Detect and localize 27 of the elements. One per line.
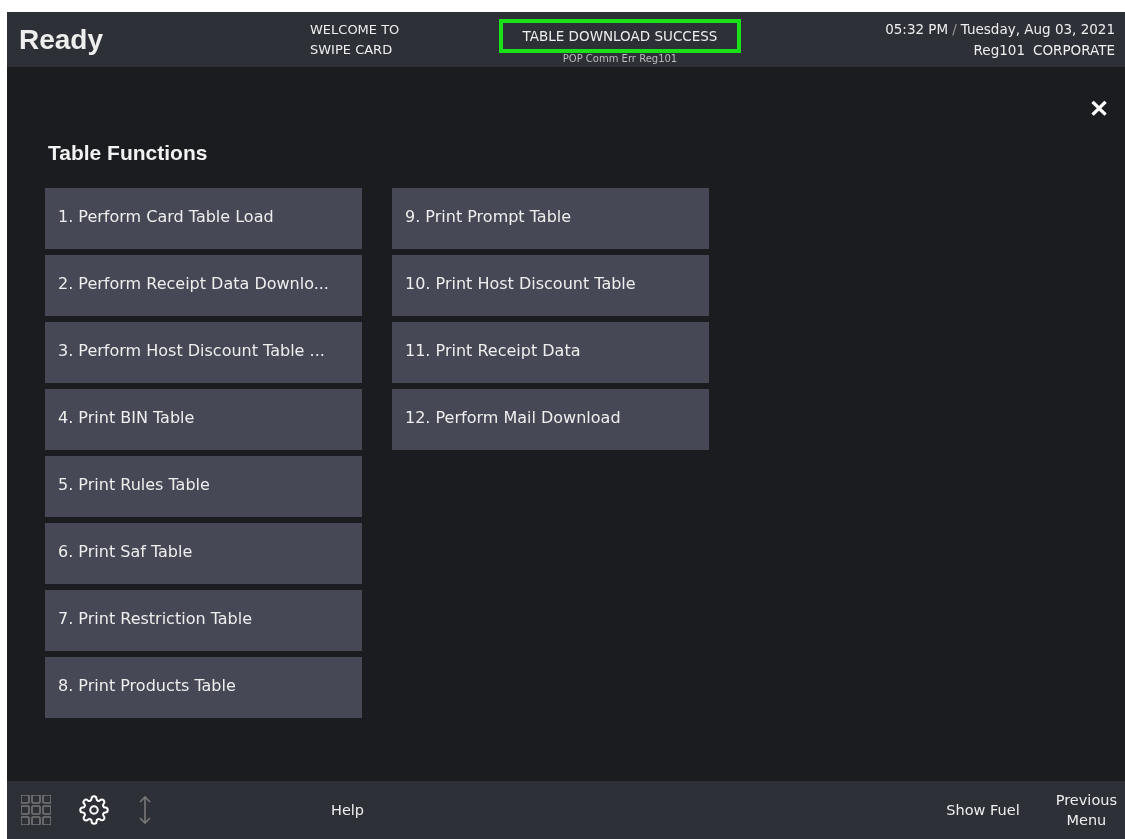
- store-text: CORPORATE: [1033, 41, 1115, 58]
- menu-button[interactable]: 2. Perform Receipt Data Downlo...: [45, 255, 362, 316]
- menu-button[interactable]: 5. Print Rules Table: [45, 456, 362, 517]
- menu-button[interactable]: 10. Print Host Discount Table: [392, 255, 709, 316]
- show-fuel-button[interactable]: Show Fuel: [946, 802, 1020, 818]
- menu-button[interactable]: 11. Print Receipt Data: [392, 322, 709, 383]
- prompt-text: WELCOME TO SWIPE CARD: [310, 20, 401, 59]
- date-text: Tuesday, Aug 03, 2021: [960, 20, 1115, 37]
- error-message: POP Comm Err Reg101: [562, 53, 678, 64]
- register-text: Reg101: [973, 41, 1025, 58]
- separator-text: /: [952, 20, 957, 37]
- time-text: 05:32 PM: [885, 20, 949, 37]
- status-text: Ready: [19, 23, 105, 56]
- menu-button[interactable]: 7. Print Restriction Table: [45, 590, 362, 651]
- settings-icon[interactable]: [79, 795, 109, 825]
- close-button[interactable]: ✕: [1089, 95, 1109, 123]
- panel-title: Table Functions: [48, 141, 209, 165]
- menu-button[interactable]: 12. Perform Mail Download: [392, 389, 709, 450]
- previous-menu-button[interactable]: Previous Menu: [1055, 790, 1117, 830]
- menu-button[interactable]: 8. Print Products Table: [45, 657, 362, 718]
- menu-button[interactable]: 4. Print BIN Table: [45, 389, 362, 450]
- menu-button[interactable]: 6. Print Saf Table: [45, 523, 362, 584]
- menu-button[interactable]: 3. Perform Host Discount Table ...: [45, 322, 362, 383]
- menu-button[interactable]: 9. Print Prompt Table: [392, 188, 709, 249]
- status-message: TABLE DOWNLOAD SUCCESS: [498, 19, 742, 53]
- help-button[interactable]: Help: [331, 802, 365, 818]
- menu-button[interactable]: 1. Perform Card Table Load: [45, 188, 362, 249]
